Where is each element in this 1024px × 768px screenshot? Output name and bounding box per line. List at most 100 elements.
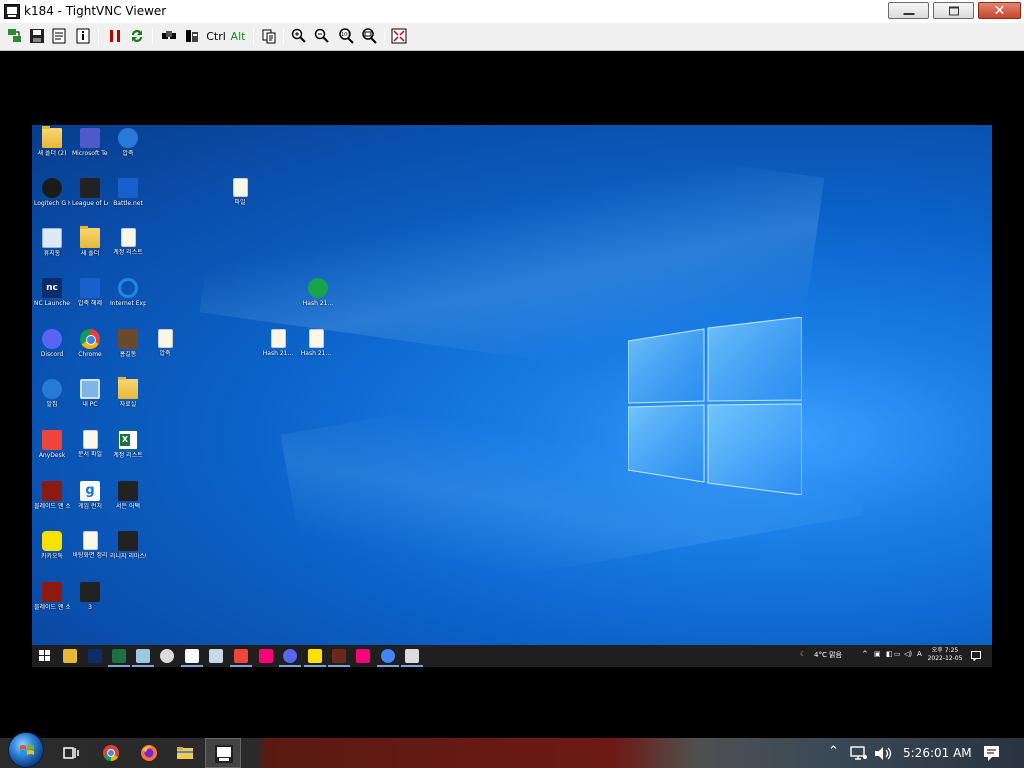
desktop-icon[interactable]: Logitech G HUB xyxy=(34,178,70,207)
desktop-icon[interactable]: Hash 21... xyxy=(260,329,296,357)
remote-file-explorer-icon[interactable] xyxy=(63,649,77,663)
tray-chevron-icon[interactable]: ^ xyxy=(862,650,868,658)
remote-excel-icon[interactable] xyxy=(112,649,126,663)
desktop-icon[interactable]: 리니지 리마스터 xyxy=(110,531,146,560)
zoom-out-button[interactable] xyxy=(313,27,331,45)
action-center-icon[interactable] xyxy=(983,745,1000,762)
file-explorer-taskbar-button[interactable] xyxy=(174,742,196,764)
save-button[interactable] xyxy=(28,27,46,45)
remote-app-icon[interactable] xyxy=(356,649,370,663)
refresh-button[interactable] xyxy=(128,27,146,45)
weather-text[interactable]: 4°C 맑음 xyxy=(814,650,842,660)
desktop-icon[interactable]: League of Legends xyxy=(72,178,108,207)
new-connection-button[interactable] xyxy=(6,27,24,45)
network-icon[interactable]: ▭ xyxy=(894,650,901,658)
desktop-icon[interactable]: 압축 해제 xyxy=(72,278,108,307)
desktop-icon[interactable]: 내 PC xyxy=(72,379,108,408)
desktop-icon[interactable]: 계정 리스트 xyxy=(110,228,146,256)
pause-button[interactable] xyxy=(106,27,124,45)
desktop-icon[interactable]: 새 폴더 xyxy=(72,226,108,257)
zoom-100-button[interactable]: 100 xyxy=(336,27,356,45)
remote-anydesk-icon[interactable] xyxy=(234,649,248,663)
tray-chevron-icon[interactable]: ⌃ xyxy=(828,744,839,759)
desktop-icon[interactable]: 압축 xyxy=(147,329,183,357)
desktop-icon[interactable]: Battle.net xyxy=(110,178,146,207)
desktop-icon-label: 블레이드 앤 소울 xyxy=(34,503,70,510)
window-titlebar[interactable]: k184 - TightVNC Viewer ✕ xyxy=(0,0,1024,23)
ctrl-alt-del-button[interactable] xyxy=(159,27,179,45)
desktop-icon[interactable]: AnyDesk xyxy=(34,430,70,459)
remote-game-icon[interactable] xyxy=(332,649,346,663)
desktop-icon[interactable]: 자료실 xyxy=(110,377,146,408)
remote-clock[interactable]: 오후 7:25 2022-12-05 xyxy=(925,647,965,663)
start-button[interactable] xyxy=(8,732,44,768)
folder-icon xyxy=(42,126,62,148)
desktop-icon[interactable]: 서든 어택 xyxy=(110,481,146,510)
ime-indicator[interactable]: A xyxy=(917,650,922,658)
desktop-icon[interactable]: 휴지통 xyxy=(34,228,70,257)
desktop-icon[interactable]: Hash 21... xyxy=(300,278,336,307)
remote-calculator-icon[interactable] xyxy=(209,649,223,663)
desktop-icon-label: 파일 xyxy=(234,199,246,206)
info-button[interactable] xyxy=(74,27,92,45)
desktop-icon[interactable]: 계정 리스트 xyxy=(110,430,146,459)
task-view-button[interactable] xyxy=(60,742,82,764)
remote-app-icon[interactable] xyxy=(160,649,174,663)
desktop-icon-label: 압축 xyxy=(159,350,171,357)
close-button[interactable]: ✕ xyxy=(978,2,1021,19)
remote-app-icon[interactable] xyxy=(259,649,273,663)
notification-icon[interactable] xyxy=(971,651,981,661)
options-button[interactable] xyxy=(50,27,68,45)
pc-icon xyxy=(80,379,100,399)
zoom-in-button[interactable] xyxy=(290,27,308,45)
desktop-icon[interactable]: Discord xyxy=(34,329,70,358)
tray-app-icon[interactable]: ◧ xyxy=(886,650,893,658)
remote-start-icon[interactable] xyxy=(39,650,50,661)
remote-app-icon[interactable] xyxy=(405,649,419,663)
zoom-fit-button[interactable] xyxy=(359,27,379,45)
tightvnc-app-icon[interactable] xyxy=(4,4,20,19)
maximize-button[interactable] xyxy=(933,2,974,19)
desktop-icon[interactable]: 문서 파일 xyxy=(72,430,108,458)
clipboard-button[interactable] xyxy=(260,27,278,45)
ctrl-key-button[interactable]: Ctrl xyxy=(205,27,227,45)
desktop-icon[interactable]: 파일 xyxy=(222,178,258,206)
red-icon xyxy=(42,481,62,501)
remote-desktop[interactable]: 새 폴더 (2) Microsoft Teams 압축 Logitech G HUBL… xyxy=(32,125,992,645)
remote-kakaotalk-icon[interactable] xyxy=(308,649,322,663)
firefox-taskbar-button[interactable] xyxy=(138,742,160,764)
remote-discord-icon[interactable] xyxy=(283,649,297,663)
tray-app-icon[interactable]: ▣ xyxy=(874,650,881,658)
desktop-icon[interactable]: Hash 21... xyxy=(298,329,334,357)
chrome-taskbar-button[interactable] xyxy=(100,742,122,764)
desktop-icon[interactable]: 홍길동 xyxy=(110,329,146,358)
desktop-icon[interactable]: Internet Explorer xyxy=(110,278,146,307)
volume-icon[interactable] xyxy=(874,746,892,761)
remote-nc-launcher-icon[interactable] xyxy=(88,649,102,663)
desktop-icon[interactable]: 3 xyxy=(72,582,108,611)
desktop-icon[interactable]: g 게임 런처 xyxy=(72,481,108,510)
alt-key-button[interactable]: Alt xyxy=(229,27,247,45)
network-icon[interactable] xyxy=(850,746,868,761)
desktop-icon[interactable]: 압축 xyxy=(110,128,146,157)
desktop-icon[interactable]: 바탕화면 정리 xyxy=(72,531,108,559)
remote-app-icon[interactable] xyxy=(136,649,150,663)
volume-icon[interactable]: ◁) xyxy=(904,650,912,658)
desktop-icon[interactable]: Microsoft Teams xyxy=(72,128,108,157)
desktop-icon[interactable]: 블레이드 앤 소울 xyxy=(34,582,70,611)
remote-chrome-icon[interactable] xyxy=(381,649,395,663)
host-clock[interactable]: 5:26:01 AM xyxy=(903,746,972,760)
ctrl-esc-button[interactable] xyxy=(183,27,201,45)
fullscreen-button[interactable] xyxy=(390,27,408,45)
desktop-icon-label: 카카오톡 xyxy=(40,553,64,560)
remote-g-launcher-icon[interactable] xyxy=(185,649,199,663)
desktop-icon[interactable]: Chrome xyxy=(72,329,108,358)
desktop-icon[interactable]: nc NC Launcher 2 xyxy=(34,278,70,307)
tightvnc-taskbar-button[interactable] xyxy=(205,738,241,768)
desktop-icon[interactable]: 블레이드 앤 소울 xyxy=(34,481,70,510)
desktop-icon-label: Hash 21... xyxy=(302,300,334,307)
desktop-icon[interactable]: 새 폴더 (2) xyxy=(34,126,70,157)
desktop-icon[interactable]: 알집 xyxy=(34,379,70,408)
desktop-icon[interactable]: 카카오톡 xyxy=(34,531,70,560)
minimize-button[interactable] xyxy=(888,2,929,19)
